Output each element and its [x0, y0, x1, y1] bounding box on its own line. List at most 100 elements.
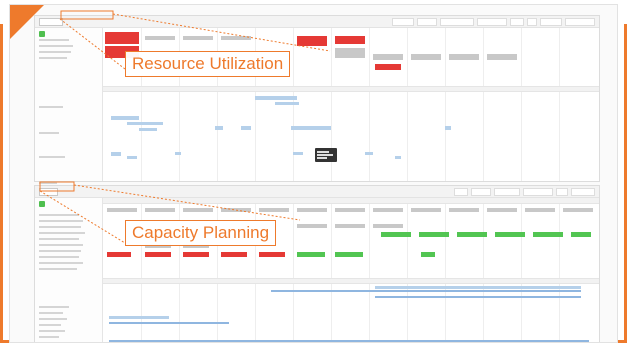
utilization-cell[interactable] — [183, 36, 213, 40]
capacity-cell[interactable] — [419, 232, 449, 237]
utilization-cell[interactable] — [487, 54, 517, 60]
capacity-cell[interactable] — [373, 208, 403, 212]
utilization-cell[interactable] — [373, 54, 403, 60]
toolbar-button[interactable] — [556, 188, 568, 196]
capacity-cell[interactable] — [487, 208, 517, 212]
list-item[interactable] — [39, 318, 67, 320]
list-item[interactable] — [39, 182, 57, 184]
capacity-cell[interactable] — [221, 208, 251, 212]
utilization-cell[interactable] — [335, 48, 365, 58]
toolbar-button[interactable] — [527, 18, 537, 26]
capacity-cell[interactable] — [421, 252, 435, 257]
task-bar[interactable] — [175, 152, 181, 155]
capacity-cell[interactable] — [297, 208, 327, 212]
list-item[interactable] — [39, 268, 77, 270]
task-bar[interactable] — [109, 340, 589, 342]
capacity-cell[interactable] — [457, 232, 487, 237]
task-bar[interactable] — [271, 290, 581, 292]
capacity-cell[interactable] — [449, 208, 479, 212]
capacity-cell[interactable] — [335, 208, 365, 212]
capacity-cell[interactable] — [411, 208, 441, 212]
toolbar-dropdown[interactable] — [392, 18, 414, 26]
green-square-icon[interactable] — [39, 201, 45, 207]
utilization-cell[interactable] — [221, 36, 251, 40]
utilization-cell[interactable] — [449, 54, 479, 60]
task-bar[interactable] — [111, 152, 121, 156]
toolbar-dropdown[interactable] — [523, 188, 553, 196]
list-item[interactable] — [39, 106, 63, 108]
search-input[interactable] — [565, 18, 595, 26]
toolbar-button[interactable] — [540, 18, 562, 26]
list-item[interactable] — [39, 232, 85, 234]
task-bar[interactable] — [293, 152, 303, 155]
task-bar[interactable] — [275, 102, 299, 105]
capacity-cell[interactable] — [571, 232, 591, 237]
list-item[interactable] — [39, 226, 81, 228]
capacity-cell[interactable] — [563, 208, 593, 212]
task-bar[interactable] — [111, 116, 139, 120]
list-item[interactable] — [39, 306, 69, 308]
utilization-cell[interactable] — [105, 32, 139, 44]
task-bar[interactable] — [139, 128, 157, 131]
list-item[interactable] — [39, 132, 59, 134]
capacity-cell[interactable] — [259, 208, 289, 212]
list-item[interactable] — [39, 250, 81, 252]
utilization-cell[interactable] — [335, 36, 365, 44]
toolbar-dropdown[interactable] — [477, 18, 507, 26]
list-item[interactable] — [39, 45, 73, 47]
capacity-cell[interactable] — [183, 208, 213, 212]
list-item[interactable] — [39, 324, 61, 326]
capacity-cell[interactable] — [525, 208, 555, 212]
capacity-cell[interactable] — [335, 252, 363, 257]
list-item[interactable] — [39, 220, 83, 222]
list-item[interactable] — [39, 312, 63, 314]
toolbar-dropdown[interactable] — [471, 188, 491, 196]
list-item[interactable] — [39, 244, 83, 246]
task-bar[interactable] — [375, 286, 581, 289]
capacity-cell[interactable] — [335, 224, 365, 228]
capacity-cell[interactable] — [381, 232, 411, 237]
list-item[interactable] — [39, 256, 79, 258]
task-bar[interactable] — [109, 322, 229, 324]
capacity-cell[interactable] — [297, 252, 325, 257]
capacity-cell[interactable] — [533, 232, 563, 237]
task-bar[interactable] — [215, 126, 223, 130]
list-item[interactable] — [39, 214, 79, 216]
capacity-cell[interactable] — [495, 232, 525, 237]
panel-title-tab[interactable] — [39, 188, 59, 196]
capacity-cell[interactable] — [107, 252, 131, 257]
utilization-cell[interactable] — [411, 54, 441, 60]
utilization-cell[interactable] — [145, 36, 175, 40]
list-item[interactable] — [39, 39, 69, 41]
toolbar-button[interactable] — [571, 188, 595, 196]
toolbar-dropdown[interactable] — [440, 18, 474, 26]
task-bar[interactable] — [375, 296, 581, 298]
list-item[interactable] — [39, 57, 67, 59]
task-bar[interactable] — [127, 156, 137, 159]
task-bar[interactable] — [127, 122, 163, 125]
toolbar-dropdown[interactable] — [494, 188, 520, 196]
toolbar-dropdown[interactable] — [417, 18, 437, 26]
capacity-cell[interactable] — [145, 208, 175, 212]
capacity-cell[interactable] — [107, 208, 137, 212]
task-bar[interactable] — [445, 126, 451, 130]
toolbar-dropdown[interactable] — [454, 188, 468, 196]
capacity-cell[interactable] — [145, 252, 171, 257]
utilization-cell[interactable] — [297, 36, 327, 46]
task-bar[interactable] — [109, 316, 169, 319]
list-item[interactable] — [39, 336, 59, 338]
list-item[interactable] — [39, 238, 79, 240]
list-item[interactable] — [39, 156, 65, 158]
capacity-cell[interactable] — [183, 252, 209, 257]
list-item[interactable] — [39, 51, 71, 53]
capacity-cell[interactable] — [259, 252, 285, 257]
capacity-cell[interactable] — [373, 224, 403, 228]
toolbar-dropdown[interactable] — [510, 18, 524, 26]
task-bar[interactable] — [395, 156, 401, 159]
utilization-cell[interactable] — [375, 64, 401, 70]
task-bar[interactable] — [255, 96, 297, 100]
list-item[interactable] — [39, 330, 65, 332]
capacity-cell[interactable] — [221, 252, 247, 257]
task-bar[interactable] — [365, 152, 373, 155]
task-bar[interactable] — [241, 126, 251, 130]
